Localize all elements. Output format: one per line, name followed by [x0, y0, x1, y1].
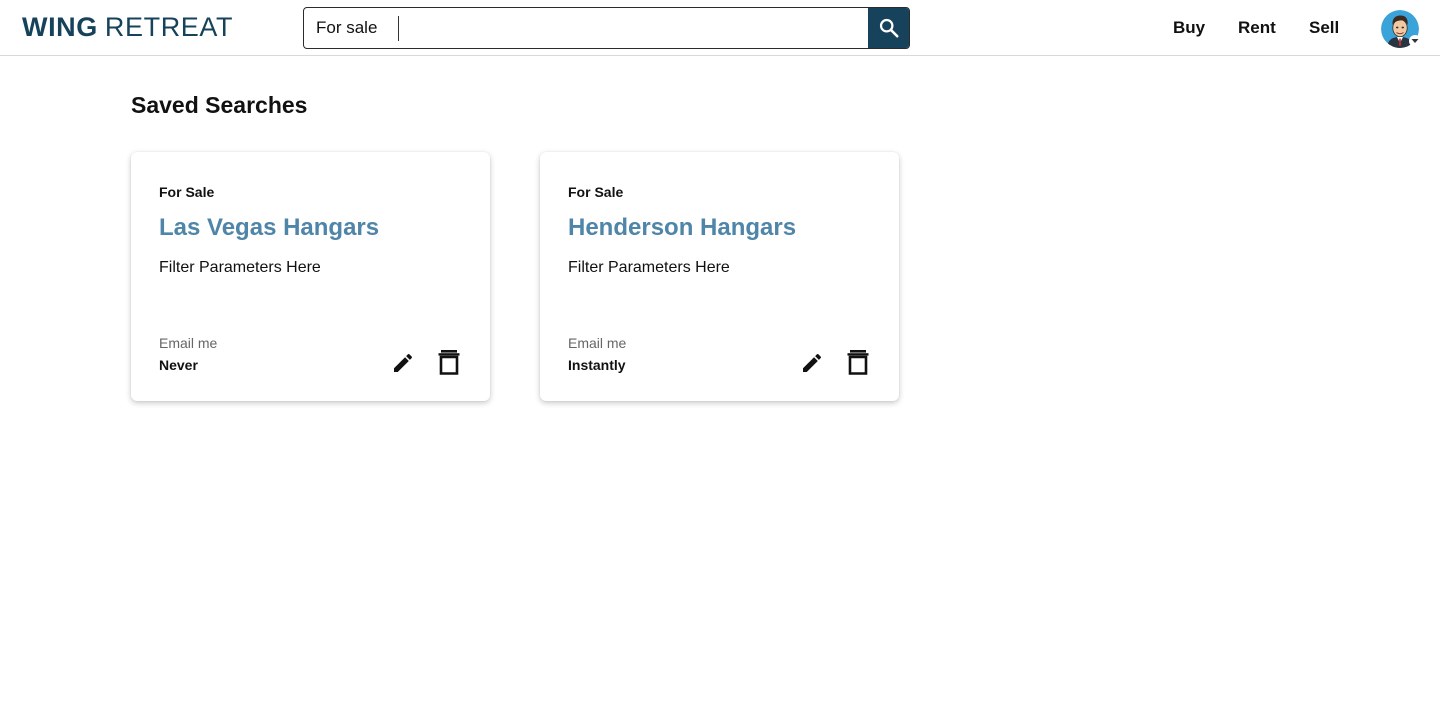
delete-search-button[interactable] [844, 347, 872, 377]
saved-search-title[interactable]: Las Vegas Hangars [159, 214, 379, 242]
email-frequency-label: Email me [568, 335, 627, 351]
trash-icon [438, 350, 460, 375]
trash-icon [847, 350, 869, 375]
filter-parameters: Filter Parameters Here [568, 259, 730, 276]
saved-search-card[interactable]: For Sale Henderson Hangars Filter Parame… [540, 152, 899, 401]
search-button[interactable] [868, 8, 909, 48]
saved-search-title[interactable]: Henderson Hangars [568, 214, 796, 242]
avatar-menu-caret[interactable] [1409, 35, 1421, 47]
search-type-select[interactable]: For sale [304, 8, 399, 48]
listing-type-label: For Sale [568, 184, 624, 200]
delete-search-button[interactable] [435, 347, 463, 377]
saved-search-card[interactable]: For Sale Las Vegas Hangars Filter Parame… [131, 152, 490, 401]
chevron-down-icon [1411, 39, 1419, 43]
search-input[interactable] [404, 8, 864, 48]
pencil-icon [394, 353, 413, 372]
filter-parameters: Filter Parameters Here [159, 259, 321, 276]
edit-search-button[interactable] [798, 349, 826, 377]
email-frequency-value: Instantly [568, 357, 626, 373]
listing-type-label: For Sale [159, 184, 215, 200]
email-frequency-value: Never [159, 357, 198, 373]
search-bar: For sale [303, 7, 910, 49]
search-icon [879, 18, 899, 38]
search-divider [398, 16, 399, 41]
email-frequency-label: Email me [159, 335, 218, 351]
brand-name-light: RETREAT [104, 11, 234, 42]
brand-name-bold: WING [22, 11, 98, 42]
nav-sell[interactable]: Sell [1309, 18, 1339, 38]
nav-buy[interactable]: Buy [1173, 18, 1205, 38]
brand-logo[interactable]: WING RETREAT [22, 12, 233, 42]
edit-search-button[interactable] [389, 349, 417, 377]
pencil-icon [803, 353, 822, 372]
nav-rent[interactable]: Rent [1238, 18, 1276, 38]
top-header: WING RETREAT For sale Buy Rent Sell [0, 0, 1440, 56]
page-title: Saved Searches [131, 92, 308, 118]
